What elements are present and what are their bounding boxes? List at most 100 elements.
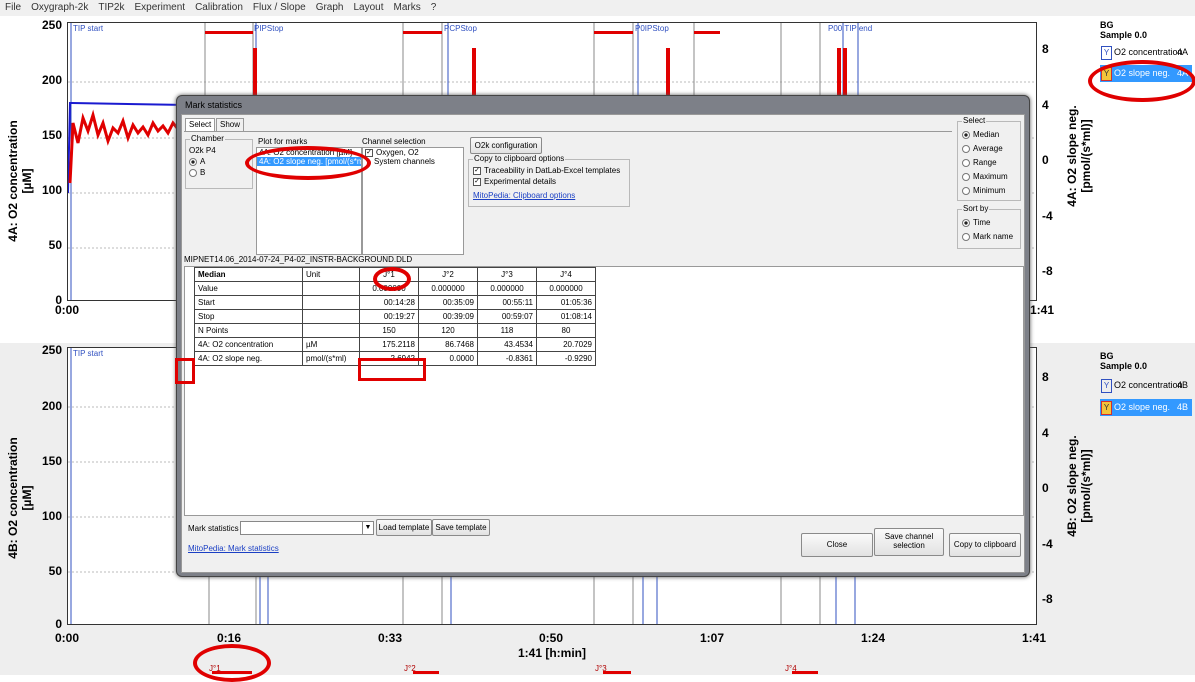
y-axis-label-right: 4B: O2 slope neg. [pmol/(s*ml)]	[1065, 406, 1093, 566]
y-axis-label-left: 4A: O2 concentration [µM]	[6, 91, 34, 271]
annotation-rect-row-marker	[175, 358, 195, 384]
select-option-average[interactable]: Average	[962, 144, 1003, 153]
select-group: Select Median Average Range Maximum Mini…	[957, 116, 1021, 201]
y-axis-label-left-text: 4A: O2 concentration [µM]	[6, 120, 34, 242]
o2k-configuration-button[interactable]: O2k configuration	[470, 137, 542, 154]
legend-header-sample: Sample 0.0	[1100, 30, 1148, 40]
menu-item[interactable]: Oxygraph-2k	[26, 0, 93, 13]
menu-item[interactable]: Flux / Slope	[248, 0, 311, 13]
save-template-button[interactable]: Save template	[432, 519, 490, 536]
mitopedia-mark-statistics-link[interactable]: MitoPedia: Mark statistics	[188, 544, 279, 553]
sort-option-mark-name[interactable]: Mark name	[962, 232, 1013, 241]
table-row[interactable]: Start 00:14:28 00:35:09 00:55:11 01:05:36	[194, 295, 596, 310]
select-option-label: Minimum	[973, 186, 1006, 195]
close-button[interactable]: Close	[801, 533, 873, 557]
y-tick: 0	[55, 617, 62, 631]
x-tick: 0:16	[217, 631, 242, 645]
legend-item-o2-concentration[interactable]: Y O2 concentration 4A	[1100, 44, 1192, 61]
sort-option-label: Time	[973, 218, 991, 227]
channel-item-oxygen[interactable]: ✓ Oxygen, O2	[363, 148, 463, 157]
legend-item-o2-concentration[interactable]: Y O2 concentration 4B	[1100, 377, 1192, 394]
right-tick: 4	[1042, 426, 1049, 440]
x-tick: 0:50	[539, 631, 564, 645]
radio-icon	[962, 218, 970, 227]
right-tick: -4	[1042, 209, 1053, 223]
annotation-ellipse-bottom-j1	[193, 644, 271, 682]
dialog-title: Mark statistics	[185, 100, 243, 110]
sort-option-time[interactable]: Time	[962, 218, 990, 227]
save-channel-selection-button[interactable]: Save channel selection	[874, 528, 944, 556]
channel-selection-title: Channel selection	[362, 137, 426, 146]
row-unit-cell	[302, 309, 360, 324]
mark-label-tip-start: TIP start	[73, 349, 104, 358]
y-axis-label-right: 4A: O2 slope neg. [pmol/(s*ml)]	[1065, 76, 1093, 236]
clipboard-option-traceability[interactable]: ✓ Traceability in DatLab-Excel templates	[473, 166, 620, 175]
menu-item[interactable]: ?	[426, 0, 442, 13]
copy-to-clipboard-button[interactable]: Copy to clipboard	[949, 533, 1021, 557]
row-label-cell: Value	[194, 281, 303, 296]
value-cell: -0.8361	[477, 351, 537, 366]
select-option-label: Median	[973, 130, 1000, 139]
y-tick: 250	[41, 343, 62, 357]
header-cell[interactable]: J°4	[536, 267, 596, 282]
select-option-minimum[interactable]: Minimum	[962, 186, 1005, 195]
legend-header-bg: BG	[1100, 351, 1114, 361]
table-row[interactable]: N Points 150 120 118 80	[194, 323, 596, 338]
value-cell: 00:35:09	[418, 295, 478, 310]
menu-item[interactable]: File	[0, 0, 26, 13]
menu-bar: File Oxygraph-2k TIP2k Experiment Calibratio…	[0, 0, 1195, 16]
bottom-mark-bar-j3	[603, 671, 631, 674]
menu-item[interactable]: Graph	[311, 0, 349, 13]
legend-item-o2-slope[interactable]: Y O2 slope neg. 4B	[1100, 399, 1192, 416]
select-option-median[interactable]: Median	[962, 130, 999, 139]
tab-show[interactable]: Show	[216, 118, 245, 131]
chamber-option-label: B	[200, 168, 206, 177]
value-cell: 00:39:09	[418, 309, 478, 324]
radio-icon	[962, 172, 970, 181]
row-unit-cell: µM	[302, 337, 360, 352]
chamber-option-a[interactable]: A	[189, 157, 205, 166]
value-cell: 00:19:27	[359, 309, 419, 324]
header-cell[interactable]: J°3	[477, 267, 537, 282]
menu-item[interactable]: Layout	[349, 0, 389, 13]
clipboard-option-experimental[interactable]: ✓ Experimental details	[473, 177, 556, 186]
row-label-cell: 4A: O2 concentration	[194, 337, 303, 352]
select-option-label: Average	[973, 144, 1003, 153]
channel-item-system[interactable]: System channels	[363, 157, 463, 166]
legend-item-unit: 4B	[1176, 380, 1188, 390]
value-cell: 0.0000	[418, 351, 478, 366]
select-option-range[interactable]: Range	[962, 158, 997, 167]
header-cell: Unit	[302, 267, 360, 282]
menu-item[interactable]: Marks	[389, 0, 426, 13]
menu-item[interactable]: Calibration	[190, 0, 248, 13]
row-label-cell: 4A: O2 slope neg.	[194, 351, 303, 366]
menu-item[interactable]: Experiment	[130, 0, 191, 13]
mark-statistics-combo[interactable]: ▼	[240, 521, 374, 535]
x-tick: 1:41	[1030, 303, 1055, 317]
row-label-cell: N Points	[194, 323, 303, 338]
chamber-group: Chamber O2k P4 A B	[185, 134, 253, 189]
table-row[interactable]: 4A: O2 concentration µM 175.2118 86.7468 43.…	[194, 337, 596, 352]
table-row[interactable]: Stop 00:19:27 00:39:09 00:59:07 01:08:14	[194, 309, 596, 324]
dialog-body: Select Show Chamber O2k P4 A B Plot for …	[181, 114, 1025, 573]
value-cell: -0.9290	[536, 351, 596, 366]
select-option-maximum[interactable]: Maximum	[962, 172, 1008, 181]
header-cell[interactable]: J°2	[418, 267, 478, 282]
clipboard-option-label: Traceability in DatLab-Excel templates	[484, 166, 621, 175]
value-cell: 120	[418, 323, 478, 338]
chamber-device: O2k P4	[189, 146, 216, 155]
menu-item[interactable]: TIP2k	[93, 0, 129, 13]
channel-selection-list[interactable]: ✓ Oxygen, O2 System channels	[362, 147, 464, 255]
checkbox-icon: ✓	[473, 177, 481, 186]
right-tick: 0	[1042, 153, 1049, 167]
mitopedia-clipboard-link[interactable]: MitoPedia: Clipboard options	[473, 191, 575, 200]
header-cell: Median	[194, 267, 303, 282]
legend-item-unit: 4A	[1176, 47, 1188, 57]
x-axis-label: 1:41 [h:min]	[518, 646, 587, 660]
value-cell: 00:59:07	[477, 309, 537, 324]
annotation-rect-j1-value	[358, 358, 426, 381]
load-template-button[interactable]: Load template	[376, 519, 432, 536]
tab-select[interactable]: Select	[185, 118, 216, 131]
sort-option-label: Mark name	[973, 232, 1014, 241]
chamber-option-b[interactable]: B	[189, 168, 205, 177]
